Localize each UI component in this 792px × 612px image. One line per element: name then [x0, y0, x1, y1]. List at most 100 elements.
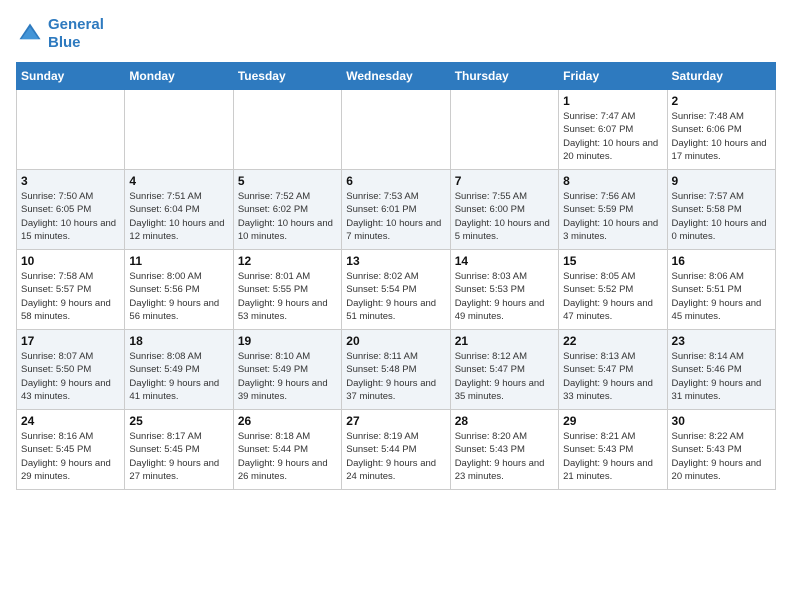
day-number: 15 [563, 254, 662, 268]
calendar-week-row: 17 Sunrise: 8:07 AM Sunset: 5:50 PM Dayli… [17, 330, 776, 410]
day-info: Sunrise: 7:56 AM Sunset: 5:59 PM Dayligh… [563, 190, 662, 243]
day-number: 29 [563, 414, 662, 428]
day-number: 19 [238, 334, 337, 348]
calendar-cell: 15 Sunrise: 8:05 AM Sunset: 5:52 PM Dayli… [559, 250, 667, 330]
day-info: Sunrise: 8:18 AM Sunset: 5:44 PM Dayligh… [238, 430, 337, 483]
day-number: 7 [455, 174, 554, 188]
day-info: Sunrise: 8:07 AM Sunset: 5:50 PM Dayligh… [21, 350, 120, 403]
calendar-cell: 26 Sunrise: 8:18 AM Sunset: 5:44 PM Dayli… [233, 410, 341, 490]
calendar-week-row: 3 Sunrise: 7:50 AM Sunset: 6:05 PM Daylig… [17, 170, 776, 250]
day-number: 1 [563, 94, 662, 108]
calendar-cell: 9Sunrise: 7:57 AM Sunset: 5:58 PM Daylig… [667, 170, 775, 250]
calendar-cell: 23 Sunrise: 8:14 AM Sunset: 5:46 PM Dayli… [667, 330, 775, 410]
calendar-cell: 6 Sunrise: 7:53 AM Sunset: 6:01 PM Daylig… [342, 170, 450, 250]
calendar-cell: 5 Sunrise: 7:52 AM Sunset: 6:02 PM Daylig… [233, 170, 341, 250]
calendar-week-row: 1Sunrise: 7:47 AM Sunset: 6:07 PM Daylig… [17, 90, 776, 170]
day-info: Sunrise: 8:00 AM Sunset: 5:56 PM Dayligh… [129, 270, 228, 323]
day-info: Sunrise: 8:08 AM Sunset: 5:49 PM Dayligh… [129, 350, 228, 403]
calendar-week-row: 24 Sunrise: 8:16 AM Sunset: 5:45 PM Dayli… [17, 410, 776, 490]
calendar-cell: 4 Sunrise: 7:51 AM Sunset: 6:04 PM Daylig… [125, 170, 233, 250]
day-info: Sunrise: 8:11 AM Sunset: 5:48 PM Dayligh… [346, 350, 445, 403]
day-info: Sunrise: 8:13 AM Sunset: 5:47 PM Dayligh… [563, 350, 662, 403]
day-info: Sunrise: 8:03 AM Sunset: 5:53 PM Dayligh… [455, 270, 554, 323]
calendar-table: SundayMondayTuesdayWednesdayThursdayFrid… [16, 62, 776, 490]
calendar-cell: 18 Sunrise: 8:08 AM Sunset: 5:49 PM Dayli… [125, 330, 233, 410]
weekday-header-thursday: Thursday [450, 63, 558, 90]
calendar-cell [342, 90, 450, 170]
calendar-cell: 3 Sunrise: 7:50 AM Sunset: 6:05 PM Daylig… [17, 170, 125, 250]
day-number: 25 [129, 414, 228, 428]
calendar-week-row: 10 Sunrise: 7:58 AM Sunset: 5:57 PM Dayli… [17, 250, 776, 330]
day-info: Sunrise: 8:19 AM Sunset: 5:44 PM Dayligh… [346, 430, 445, 483]
day-number: 24 [21, 414, 120, 428]
calendar-cell: 16 Sunrise: 8:06 AM Sunset: 5:51 PM Dayli… [667, 250, 775, 330]
logo-text: General Blue [48, 16, 104, 52]
calendar-cell: 30 Sunrise: 8:22 AM Sunset: 5:43 PM Dayli… [667, 410, 775, 490]
day-info: Sunrise: 7:53 AM Sunset: 6:01 PM Dayligh… [346, 190, 445, 243]
calendar-cell [17, 90, 125, 170]
day-number: 21 [455, 334, 554, 348]
day-number: 16 [672, 254, 771, 268]
weekday-header-tuesday: Tuesday [233, 63, 341, 90]
day-info: Sunrise: 7:52 AM Sunset: 6:02 PM Dayligh… [238, 190, 337, 243]
calendar-cell [450, 90, 558, 170]
day-info: Sunrise: 8:10 AM Sunset: 5:49 PM Dayligh… [238, 350, 337, 403]
weekday-header-row: SundayMondayTuesdayWednesdayThursdayFrid… [17, 63, 776, 90]
day-number: 8 [563, 174, 662, 188]
calendar-cell: 10 Sunrise: 7:58 AM Sunset: 5:57 PM Dayli… [17, 250, 125, 330]
day-number: 4 [129, 174, 228, 188]
day-info: Sunrise: 8:16 AM Sunset: 5:45 PM Dayligh… [21, 430, 120, 483]
calendar-cell: 19 Sunrise: 8:10 AM Sunset: 5:49 PM Dayli… [233, 330, 341, 410]
day-info: Sunrise: 7:48 AM Sunset: 6:06 PM Dayligh… [672, 110, 771, 163]
day-number: 5 [238, 174, 337, 188]
day-info: Sunrise: 8:06 AM Sunset: 5:51 PM Dayligh… [672, 270, 771, 323]
weekday-header-friday: Friday [559, 63, 667, 90]
calendar-cell: 29Sunrise: 8:21 AM Sunset: 5:43 PM Dayli… [559, 410, 667, 490]
logo-icon [16, 20, 44, 48]
weekday-header-sunday: Sunday [17, 63, 125, 90]
weekday-header-wednesday: Wednesday [342, 63, 450, 90]
day-info: Sunrise: 8:14 AM Sunset: 5:46 PM Dayligh… [672, 350, 771, 403]
day-number: 14 [455, 254, 554, 268]
day-number: 26 [238, 414, 337, 428]
day-number: 23 [672, 334, 771, 348]
calendar-cell [233, 90, 341, 170]
day-number: 10 [21, 254, 120, 268]
day-number: 9 [672, 174, 771, 188]
calendar-cell: 1Sunrise: 7:47 AM Sunset: 6:07 PM Daylig… [559, 90, 667, 170]
calendar-cell: 12Sunrise: 8:01 AM Sunset: 5:55 PM Dayli… [233, 250, 341, 330]
calendar-cell: 13 Sunrise: 8:02 AM Sunset: 5:54 PM Dayli… [342, 250, 450, 330]
day-info: Sunrise: 8:22 AM Sunset: 5:43 PM Dayligh… [672, 430, 771, 483]
calendar-cell: 20 Sunrise: 8:11 AM Sunset: 5:48 PM Dayli… [342, 330, 450, 410]
calendar-cell: 7Sunrise: 7:55 AM Sunset: 6:00 PM Daylig… [450, 170, 558, 250]
calendar-cell: 22 Sunrise: 8:13 AM Sunset: 5:47 PM Dayli… [559, 330, 667, 410]
day-number: 28 [455, 414, 554, 428]
day-info: Sunrise: 8:12 AM Sunset: 5:47 PM Dayligh… [455, 350, 554, 403]
day-info: Sunrise: 7:50 AM Sunset: 6:05 PM Dayligh… [21, 190, 120, 243]
day-number: 30 [672, 414, 771, 428]
calendar-cell: 27 Sunrise: 8:19 AM Sunset: 5:44 PM Dayli… [342, 410, 450, 490]
day-number: 6 [346, 174, 445, 188]
day-number: 27 [346, 414, 445, 428]
day-number: 18 [129, 334, 228, 348]
day-number: 3 [21, 174, 120, 188]
day-info: Sunrise: 8:20 AM Sunset: 5:43 PM Dayligh… [455, 430, 554, 483]
calendar-cell: 8 Sunrise: 7:56 AM Sunset: 5:59 PM Daylig… [559, 170, 667, 250]
calendar-cell: 25Sunrise: 8:17 AM Sunset: 5:45 PM Dayli… [125, 410, 233, 490]
day-number: 22 [563, 334, 662, 348]
calendar-cell: 21 Sunrise: 8:12 AM Sunset: 5:47 PM Dayli… [450, 330, 558, 410]
day-number: 13 [346, 254, 445, 268]
calendar-cell: 24 Sunrise: 8:16 AM Sunset: 5:45 PM Dayli… [17, 410, 125, 490]
day-info: Sunrise: 7:58 AM Sunset: 5:57 PM Dayligh… [21, 270, 120, 323]
calendar-cell: 11Sunrise: 8:00 AM Sunset: 5:56 PM Dayli… [125, 250, 233, 330]
day-number: 2 [672, 94, 771, 108]
day-number: 17 [21, 334, 120, 348]
day-info: Sunrise: 8:05 AM Sunset: 5:52 PM Dayligh… [563, 270, 662, 323]
day-info: Sunrise: 8:02 AM Sunset: 5:54 PM Dayligh… [346, 270, 445, 323]
calendar-cell: 17 Sunrise: 8:07 AM Sunset: 5:50 PM Dayli… [17, 330, 125, 410]
weekday-header-saturday: Saturday [667, 63, 775, 90]
day-info: Sunrise: 7:51 AM Sunset: 6:04 PM Dayligh… [129, 190, 228, 243]
calendar-cell [125, 90, 233, 170]
day-number: 12 [238, 254, 337, 268]
day-number: 20 [346, 334, 445, 348]
